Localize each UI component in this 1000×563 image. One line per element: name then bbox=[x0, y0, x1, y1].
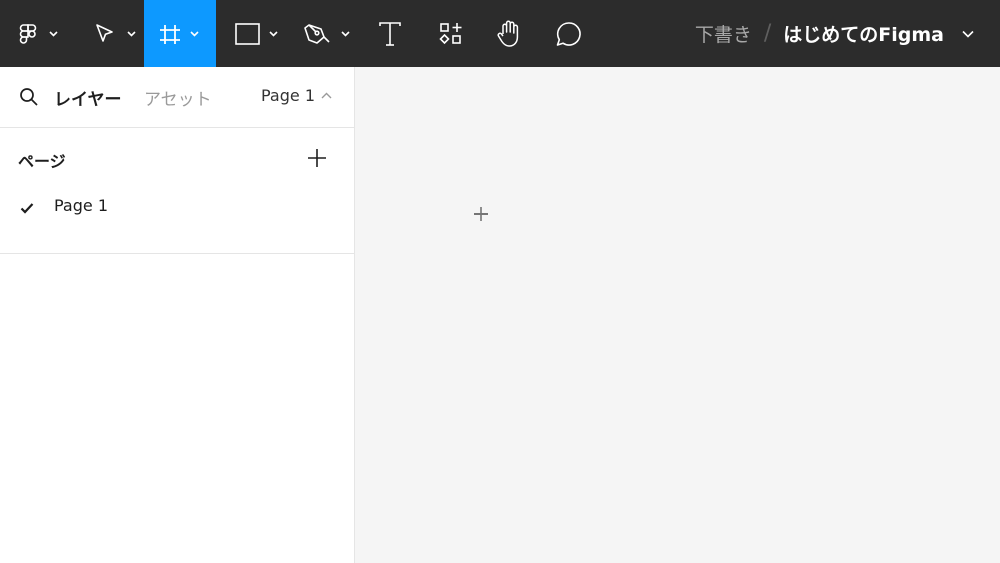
top-toolbar: 下書き / はじめてのFigma bbox=[0, 0, 1000, 67]
rectangle-icon bbox=[235, 22, 278, 45]
tab-layers[interactable]: レイヤー bbox=[54, 85, 122, 110]
chevron-up-icon bbox=[321, 92, 332, 99]
text-tool-button[interactable] bbox=[368, 0, 412, 67]
breadcrumb-separator: / bbox=[763, 21, 772, 46]
text-t-icon bbox=[379, 21, 401, 46]
frame-hash-icon bbox=[160, 24, 199, 44]
pen-icon bbox=[304, 23, 350, 44]
resources-icon bbox=[439, 22, 462, 44]
figma-logo-icon bbox=[19, 23, 58, 44]
chevron-down-icon bbox=[127, 30, 136, 37]
left-panel: レイヤー アセット Page 1 ページ Page 1 bbox=[0, 67, 355, 563]
chevron-down-icon bbox=[49, 30, 58, 37]
pages-title: ページ bbox=[18, 152, 66, 171]
file-breadcrumb: 下書き / はじめてのFigma bbox=[695, 0, 1000, 67]
tab-assets[interactable]: アセット bbox=[144, 85, 212, 110]
design-canvas[interactable] bbox=[355, 67, 1000, 563]
page-list-item[interactable]: Page 1 bbox=[0, 190, 354, 222]
panel-tabs: レイヤー アセット Page 1 bbox=[0, 67, 354, 128]
main-menu-button[interactable] bbox=[0, 0, 70, 67]
page-name: Page 1 bbox=[54, 196, 108, 215]
plus-icon bbox=[308, 149, 326, 167]
add-page-button[interactable] bbox=[306, 147, 328, 169]
hand-tool-button[interactable] bbox=[486, 0, 532, 67]
chevron-down-icon bbox=[269, 30, 278, 37]
chevron-down-icon bbox=[962, 30, 974, 38]
shape-tool-button[interactable] bbox=[228, 0, 288, 67]
page-selector[interactable]: Page 1 bbox=[261, 86, 332, 105]
crosshair-cursor-icon bbox=[474, 206, 488, 221]
file-name[interactable]: はじめてのFigma bbox=[783, 20, 944, 47]
frame-tool-button[interactable] bbox=[144, 0, 216, 67]
file-menu-button[interactable] bbox=[962, 30, 974, 38]
checkmark-icon bbox=[20, 203, 34, 214]
search-icon bbox=[20, 88, 38, 106]
chevron-down-icon bbox=[341, 30, 350, 37]
pen-tool-button[interactable] bbox=[300, 0, 360, 67]
breadcrumb-drafts[interactable]: 下書き bbox=[695, 20, 752, 47]
pages-section: ページ Page 1 bbox=[0, 128, 354, 254]
page-selector-label: Page 1 bbox=[261, 86, 315, 105]
resources-tool-button[interactable] bbox=[428, 0, 474, 67]
chevron-down-icon bbox=[190, 30, 199, 37]
comment-tool-button[interactable] bbox=[546, 0, 592, 67]
search-button[interactable] bbox=[19, 87, 39, 107]
comment-icon bbox=[556, 21, 581, 46]
pointer-icon bbox=[96, 23, 136, 42]
hand-icon bbox=[497, 19, 519, 47]
move-tool-button[interactable] bbox=[80, 0, 144, 67]
